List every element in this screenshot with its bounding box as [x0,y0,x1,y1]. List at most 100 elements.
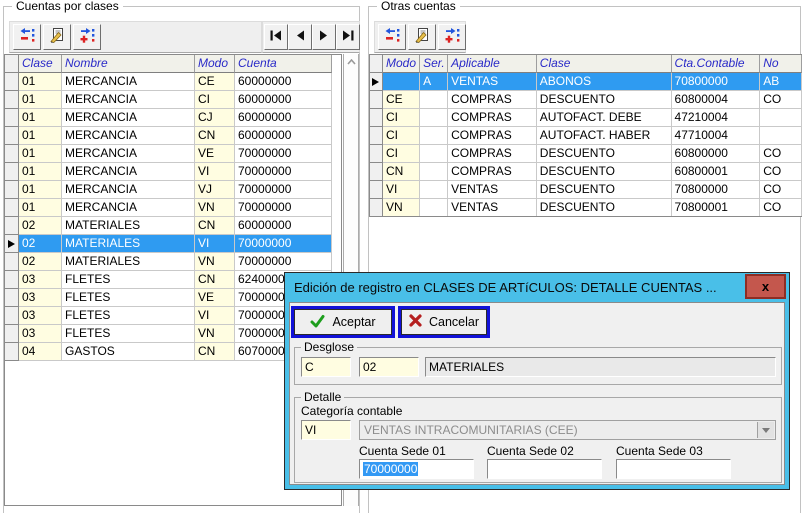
table-row[interactable]: 02MATERIALESVN70000000 [5,253,341,271]
combo-dropdown-button[interactable] [757,422,774,438]
desglose-codigo-field[interactable] [359,357,419,377]
cuenta-sede-03-label: Cuenta Sede 03 [616,444,703,458]
accept-button-label: Aceptar [332,315,375,329]
edit-record-button[interactable] [43,24,71,50]
delete-record-button[interactable] [13,24,41,50]
arrow-left-minus-icon [384,27,401,47]
cell-cta: 47710004 [672,127,761,145]
cell-clase: DESCUENTO [537,91,672,109]
table-row[interactable]: CICOMPRASAUTOFACT. HABER47710004 [370,127,802,145]
cell-nombre: MATERIALES [62,217,195,235]
dialog-title: Edición de registro en CLASES DE ARTíCUL… [285,273,789,302]
cell-cuenta: 70000000 [235,235,332,253]
cell-modo: CI [383,145,420,163]
table-row[interactable]: 02MATERIALESVI70000000 [5,235,341,253]
add-record-button-right[interactable] [438,24,466,50]
cell-nombre: MERCANCIA [62,91,195,109]
cell-nombre: GASTOS [62,343,195,361]
cell-cuenta: 60000000 [235,73,332,91]
accept-button[interactable]: Aceptar [294,309,392,335]
cell-clase: 01 [19,145,62,163]
table-row[interactable]: CICOMPRASDESCUENTO60800000CO [370,145,802,163]
left-header-nombre: Nombre [62,55,195,73]
table-row[interactable]: CECOMPRASDESCUENTO60800004CO [370,91,802,109]
table-row[interactable]: 01MERCANCIAVN70000000 [5,199,341,217]
cell-cuenta: 60000000 [235,91,332,109]
row-indicator-arrow-icon [5,235,19,253]
cell-aplicable: COMPRAS [448,163,537,181]
left-grid-header: Clase Nombre Modo Cuenta [5,55,341,73]
right-header-cta: Cta.Contable [672,55,761,73]
cell-ser [420,199,448,217]
cell-cuenta: 60000000 [235,217,332,235]
next-record-button[interactable] [312,24,336,50]
cell-clase: DESCUENTO [537,199,672,217]
cuenta-sede-01-value: 70000000 [363,462,418,476]
table-row[interactable]: CICOMPRASAUTOFACT. DEBE47210004 [370,109,802,127]
edit-document-icon [414,27,431,47]
table-row[interactable]: AVENTASABONOS70800000AB [370,73,802,91]
arrow-right-plus-icon [79,27,96,47]
table-row[interactable]: 01MERCANCIACN60000000 [5,127,341,145]
arrow-right-plus-icon [444,27,461,47]
row-indicator [5,253,19,271]
table-row[interactable]: 02MATERIALESCN60000000 [5,217,341,235]
green-check-icon [310,314,325,331]
cuenta-sede-03-field[interactable] [616,459,731,479]
table-row[interactable]: VNVENTASDESCUENTO70800001CO [370,199,802,217]
row-indicator [5,217,19,235]
table-row[interactable]: VIVENTASDESCUENTO70800000CO [370,181,802,199]
cell-modo [383,73,420,91]
cell-clase: 02 [19,217,62,235]
cell-modo: VI [195,235,235,253]
row-indicator [5,271,19,289]
cell-modo: CE [383,91,420,109]
red-cross-icon [409,314,422,330]
categoria-combo[interactable]: VENTAS INTRACOMUNITARIAS (CEE) [359,420,776,440]
cell-clase: 03 [19,325,62,343]
cell-aplicable: COMPRAS [448,91,537,109]
close-button[interactable]: x [745,274,786,299]
row-indicator [370,145,383,163]
add-record-button[interactable] [73,24,101,50]
table-row[interactable]: CNCOMPRASDESCUENTO60800001CO [370,163,802,181]
detalle-label: Detalle [301,390,344,404]
cell-ser [420,181,448,199]
table-row[interactable]: 01MERCANCIACJ60000000 [5,109,341,127]
right-grid-rows: AVENTASABONOS70800000ABCECOMPRASDESCUENT… [370,73,802,217]
cancel-button[interactable]: Cancelar [401,309,487,335]
cuenta-sede-01-field[interactable]: 70000000 [359,459,474,479]
edit-record-button-right[interactable] [408,24,436,50]
table-row[interactable]: 01MERCANCIAVI70000000 [5,163,341,181]
cell-modo: CJ [195,109,235,127]
cancel-button-ring: Cancelar [398,306,490,338]
cell-ser [420,127,448,145]
row-indicator [5,181,19,199]
left-panel-title: Cuentas por clases [12,0,123,13]
table-row[interactable]: 01MERCANCIAVJ70000000 [5,181,341,199]
row-indicator [370,91,383,109]
scroll-up-icon[interactable] [344,54,358,70]
table-row[interactable]: 01MERCANCIACI60000000 [5,91,341,109]
cancel-button-label: Cancelar [429,315,479,329]
cell-nombre: MERCANCIA [62,127,195,145]
first-record-button[interactable] [264,24,288,50]
cuenta-sede-02-field[interactable] [487,459,602,479]
cell-modo: CN [195,271,235,289]
categoria-code-field[interactable] [301,420,351,440]
row-indicator [370,199,383,217]
last-record-button[interactable] [336,24,360,50]
table-row[interactable]: 01MERCANCIAVE70000000 [5,145,341,163]
prior-record-button[interactable] [288,24,312,50]
cell-cuenta: 60000000 [235,127,332,145]
last-record-icon [342,30,354,44]
row-indicator [5,91,19,109]
delete-record-button-right[interactable] [378,24,406,50]
cell-clase: 02 [19,253,62,271]
desglose-label: Desglose [301,340,357,354]
left-header-modo: Modo [195,55,235,73]
table-row[interactable]: 01MERCANCIACE60000000 [5,73,341,91]
dialog-client-area: Aceptar Cancelar Desglose MATERIALES [289,302,785,485]
desglose-tipo-field[interactable] [301,357,351,377]
first-record-icon [270,30,282,44]
